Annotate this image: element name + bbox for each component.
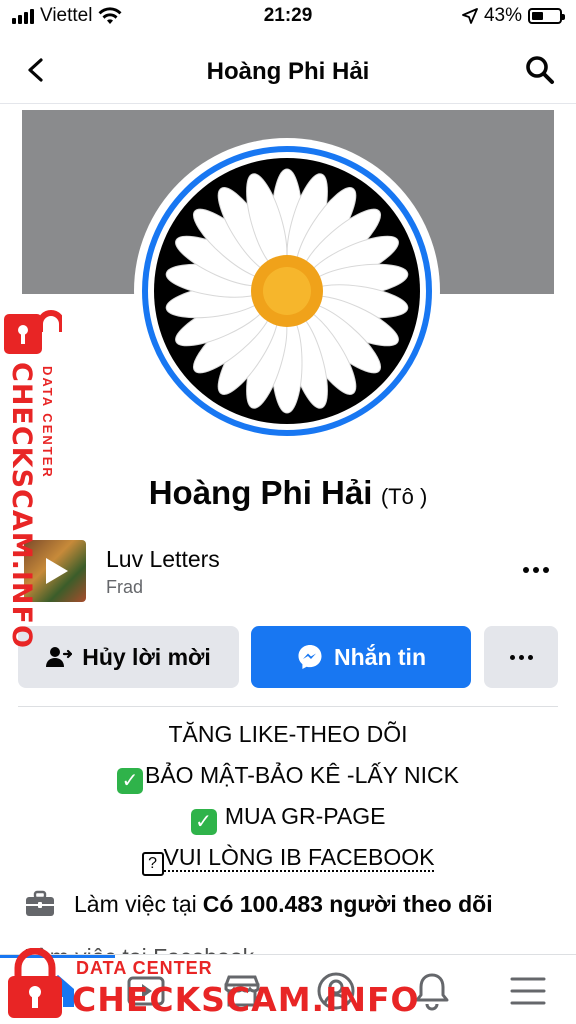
watermark-vertical-big: CHECKSCAM.INFO [6,362,37,649]
profile-avatar[interactable] [142,146,432,436]
navigation-bar: Hoàng Phi Hải [0,38,576,104]
profile-name: Hoàng Phi Hải [148,474,373,511]
padlock-icon [4,310,62,354]
profile-music[interactable]: Luv Letters Frad [24,540,552,602]
bio-line-2: ✓ BẢO MẬT-BẢO KÊ -LẤY NICK [0,755,576,796]
battery-percent: 43% [483,5,522,26]
check-mark-icon: ✓ [190,809,217,835]
battery-icon [528,8,565,24]
work-prefix: Làm việc tại [74,890,197,917]
padlock-icon [8,948,62,1018]
ellipsis-icon [509,654,533,660]
daisy-photo [154,158,420,424]
message-button[interactable]: Nhắn tin [251,626,471,688]
status-right: 43% [462,5,565,27]
bio-line-3: ✓ MUA GR-PAGE [0,796,576,837]
bio-line-1: TĂNG LIKE-THEO DÕI [168,721,408,747]
watermark-side: CHECKSCAM.INFO DATA CENTER [2,310,72,649]
more-actions-button[interactable] [484,626,558,688]
work-detail: Làm việc tại Có 100.483 người theo dõi [24,884,566,924]
profile-alt-name: (Tô ) [380,484,428,509]
cancel-request-button[interactable]: Hủy lời mời [18,626,239,688]
watermark-small-text: DATA CENTER [76,958,213,978]
menu-icon[interactable] [506,969,550,1013]
cancel-request-label: Hủy lời mời [82,643,211,670]
watermark-bottom: DATA CENTER CHECKSCAM.INFO [4,944,419,1024]
page-title: Hoàng Phi Hải [206,58,370,85]
watermark-big-text: CHECKSCAM.INFO [72,980,420,1019]
watermark-vertical-small: DATA CENTER [40,366,55,479]
person-cancel-icon [46,647,73,667]
message-label: Nhắn tin [334,643,426,670]
profile-actions: Hủy lời mời Nhắn tin [18,626,558,688]
song-artist: Frad [106,577,144,597]
check-mark-icon: ✓ [117,768,143,794]
profile-name-row: Hoàng Phi Hải (Tô ) [0,474,576,512]
more-options-icon[interactable] [520,558,552,582]
briefcase-icon [26,890,54,916]
daisy-flower-icon [165,168,409,414]
profile-bio: TĂNG LIKE-THEO DÕI ✓ BẢO MẬT-BẢO KÊ -LẤY … [0,714,576,878]
search-icon[interactable] [522,52,558,88]
bio-line-4: ? VUI LÒNG IB FACEBOOK [0,837,576,878]
messenger-icon [298,645,322,669]
unknown-glyph-box: ? [141,852,164,876]
location-arrow-icon [462,8,478,24]
divider [18,706,558,707]
work-value: Có 100.483 người theo dõi [202,890,493,917]
status-bar: Viettel 21:29 43% [0,0,576,34]
song-title: Luv Letters [106,546,220,572]
